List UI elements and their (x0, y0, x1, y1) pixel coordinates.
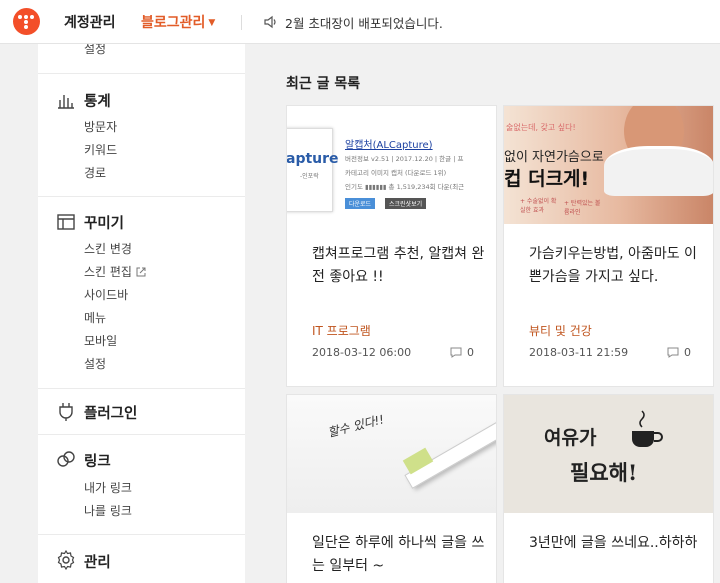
coffee-cup-icon (632, 410, 663, 447)
thumb-handwriting: 할수 있다!! (326, 412, 386, 440)
thumb-pen (404, 405, 496, 489)
sidebar-item-my-links[interactable]: 내가 링크 (84, 479, 132, 496)
post-thumbnail: 할수 있다!! (287, 395, 496, 513)
sidebar-section-links[interactable]: 링크 (84, 450, 111, 471)
post-thumbnail: apture -인포락 알캡처(ALCapture) 버전정보 v2.51 | … (287, 106, 496, 224)
account-management-link[interactable]: 계정관리 (64, 12, 116, 32)
post-category[interactable]: IT 프로그램 (312, 322, 371, 339)
layout-icon (57, 214, 75, 230)
divider (241, 15, 242, 30)
plug-icon (59, 403, 73, 421)
post-card[interactable]: apture -인포락 알캡처(ALCapture) 버전정보 v2.51 | … (286, 105, 497, 387)
divider (38, 196, 245, 197)
sidebar-item-settings[interactable]: 설정 (84, 355, 106, 372)
comment-count: 0 (684, 346, 691, 359)
top-bar: 계정관리 블로그관리 ▼ 2월 초대장이 배포되었습니다. (0, 0, 720, 44)
thumb-top-text: 술없는데, 갖고 싶다! (506, 123, 576, 132)
gear-icon (57, 549, 75, 571)
post-title[interactable]: 가슴키우는방법, 아줌마도 이쁜가슴을 가지고 싶다. (529, 243, 704, 289)
post-title[interactable]: 3년만에 글을 쓰네요..하하하 (529, 532, 704, 555)
post-card[interactable]: 여유가 필요해! 3년만에 글을 쓰네요..하하하 (503, 394, 714, 583)
bar-chart-icon (58, 95, 74, 109)
sidebar-item-sidebar[interactable]: 사이드바 (84, 286, 128, 303)
sidebar-section-manage[interactable]: 관리 (84, 551, 111, 572)
sidebar-item-keywords[interactable]: 키워드 (84, 141, 117, 158)
app-screenshot-button: 스크린샷보기 (385, 198, 427, 209)
notice-text[interactable]: 2월 초대장이 배포되었습니다. (285, 13, 443, 32)
app-version: 버전정보 v2.51 | 2017.12.20 | 한글 | 프 (345, 155, 464, 163)
divider (38, 73, 245, 74)
post-title[interactable]: 일단은 하루에 하나씩 글을 쓰는 일부터 ~ (312, 532, 487, 578)
sidebar-item-mobile[interactable]: 모바일 (84, 332, 117, 349)
tistory-logo-icon[interactable] (13, 8, 40, 35)
link-icon (57, 451, 75, 467)
app-logo-text: apture (287, 151, 339, 167)
divider (38, 434, 245, 435)
sidebar-item-paths[interactable]: 경로 (84, 164, 106, 181)
thumb-line2: 필요해! (570, 460, 638, 485)
sidebar-section-plugins[interactable]: 플러그인 (84, 402, 137, 423)
sidebar: 설정 통계 방문자 키워드 경로 꾸미기 스킨 변경 스킨 편집 사이드바 메뉴… (38, 44, 245, 583)
comment-count: 0 (467, 346, 474, 359)
speaker-icon (264, 15, 276, 29)
thumb-line2: 컵 더크게! (504, 168, 590, 190)
post-category[interactable]: 뷰티 및 건강 (529, 322, 592, 339)
post-card[interactable]: 할수 있다!! 일단은 하루에 하나씩 글을 쓰는 일부터 ~ (286, 394, 497, 583)
thumb-shape (604, 146, 713, 196)
sidebar-item-visitors[interactable]: 방문자 (84, 118, 117, 135)
sidebar-item-edit-skin[interactable]: 스킨 편집 (84, 263, 146, 280)
app-logo-box: apture -인포락 (287, 128, 339, 212)
divider (38, 534, 245, 535)
sidebar-item-linking-me[interactable]: 나를 링크 (84, 502, 132, 519)
post-date: 2018-03-11 21:59 (529, 346, 629, 359)
app-name: 알캡처(ALCapture) (345, 140, 433, 151)
sidebar-section-stats[interactable]: 통계 (84, 90, 111, 111)
app-logo-sub: -인포락 (300, 173, 319, 180)
sidebar-item-change-skin[interactable]: 스킨 변경 (84, 240, 132, 257)
post-thumbnail: 여유가 필요해! (504, 395, 713, 513)
divider (38, 388, 245, 389)
thumb-line1: 여유가 (544, 427, 597, 449)
sidebar-section-customize[interactable]: 꾸미기 (84, 212, 124, 233)
sidebar-item-menu[interactable]: 메뉴 (84, 309, 106, 326)
sidebar-item-settings-cut[interactable]: 설정 (84, 44, 106, 57)
post-card[interactable]: 술없는데, 갖고 싶다! 없이 자연가슴으로 컵 더크게! + 수술없이 확실한… (503, 105, 714, 387)
thumb-tag: + 탄력있는 볼륨라인 (564, 200, 601, 216)
blog-management-label: 블로그관리 (141, 15, 206, 31)
thumb-tag: + 수술없이 확실한 효과 (520, 198, 557, 214)
app-download-button: 다운로드 (345, 198, 376, 209)
caret-down-icon: ▼ (208, 18, 216, 28)
post-comments[interactable]: 0 (450, 346, 474, 359)
sidebar-item-edit-skin-label: 스킨 편집 (84, 265, 132, 279)
comment-icon (450, 347, 462, 358)
thumb-line1: 없이 자연가슴으로 (504, 150, 604, 165)
post-title[interactable]: 캡쳐프로그램 추천, 알캡쳐 완전 좋아요 !! (312, 243, 487, 289)
post-date: 2018-03-12 06:00 (312, 346, 412, 359)
post-thumbnail: 술없는데, 갖고 싶다! 없이 자연가슴으로 컵 더크게! + 수술없이 확실한… (504, 106, 713, 224)
recent-posts-title: 최근 글 목록 (286, 76, 361, 92)
blog-management-menu[interactable]: 블로그관리 ▼ (141, 12, 215, 32)
app-popularity: 인기도 ▮▮▮▮▮▮ 총 1,519,234회 다운(최근 (345, 183, 465, 191)
app-category: 카테고리 이미지 캡처 (다운로드 1위) (345, 169, 447, 177)
post-comments[interactable]: 0 (667, 346, 691, 359)
comment-icon (667, 347, 679, 358)
external-link-icon (136, 267, 146, 277)
